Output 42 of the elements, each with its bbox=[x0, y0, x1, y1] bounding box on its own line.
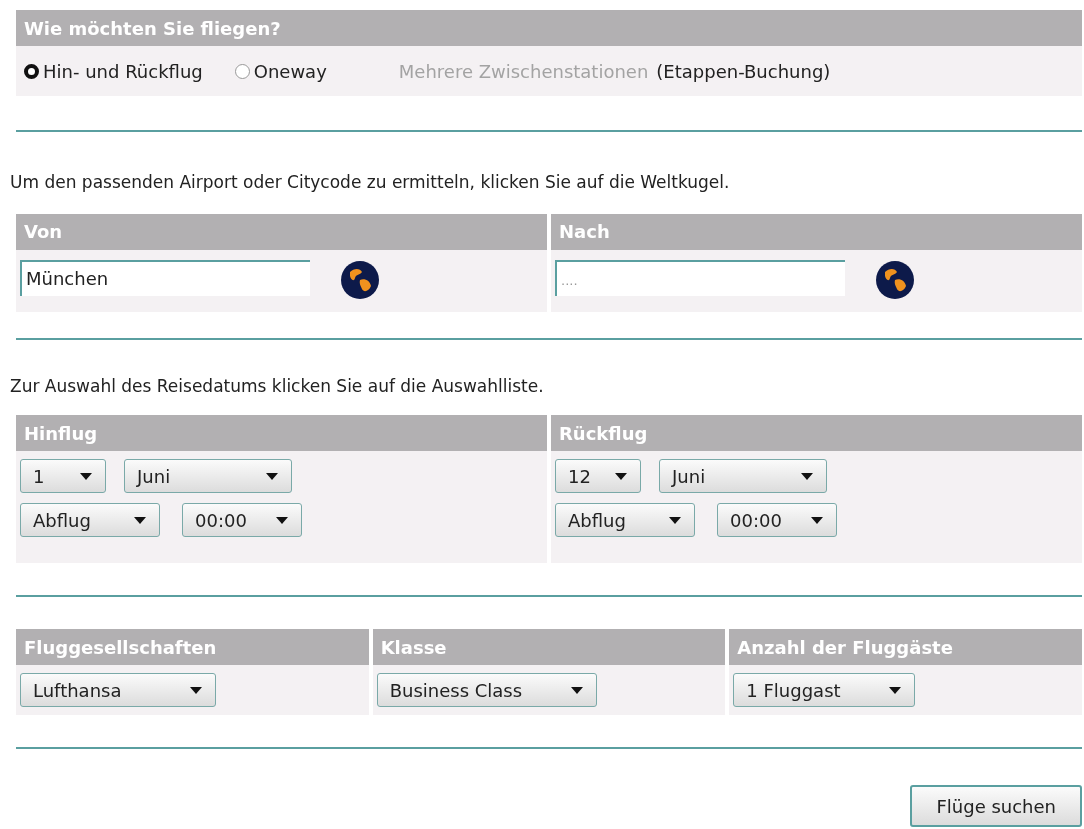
section-header: Anzahl der Fluggäste bbox=[729, 629, 1082, 665]
time-select[interactable]: 00:00 bbox=[182, 503, 302, 537]
departure-select[interactable]: Abflug bbox=[555, 503, 695, 537]
option-select[interactable]: Business Class bbox=[376, 673, 597, 707]
section-header: Klasse bbox=[372, 629, 726, 665]
caret-icon bbox=[79, 471, 93, 481]
caret-icon bbox=[569, 685, 584, 695]
section-header: Wie möchten Sie fliegen? bbox=[16, 10, 1082, 46]
section-header: Rückflug bbox=[551, 415, 1082, 451]
option-select[interactable]: Lufthansa bbox=[20, 673, 216, 707]
departure-select[interactable]: Abflug bbox=[20, 503, 160, 537]
section-header: Nach bbox=[551, 213, 1082, 250]
section-header: Fluggesellschaften bbox=[16, 629, 369, 665]
search-flights-button[interactable]: Flüge suchen bbox=[910, 785, 1082, 827]
option-select[interactable]: 1 Fluggast bbox=[733, 673, 916, 707]
caret-icon bbox=[275, 515, 289, 525]
caret-icon bbox=[810, 515, 824, 525]
radio-label[interactable]: Hin- und Rückflug bbox=[43, 57, 203, 85]
section-header: Hinflug bbox=[16, 415, 547, 451]
month-select[interactable]: Juni bbox=[659, 459, 827, 493]
globe-icon[interactable] bbox=[340, 259, 380, 300]
date-hint: Zur Auswahl des Reisedatums klicken Sie auf die Auswahlliste. bbox=[10, 374, 545, 398]
caret-icon bbox=[614, 471, 628, 481]
location-field[interactable]: München bbox=[20, 259, 310, 296]
radio-button[interactable] bbox=[24, 63, 39, 79]
radio-label[interactable]: Oneway bbox=[253, 57, 327, 85]
caret-icon bbox=[888, 685, 903, 695]
day-select[interactable]: 1 bbox=[20, 459, 106, 493]
day-select[interactable]: 12 bbox=[555, 459, 641, 493]
caret-icon bbox=[800, 471, 814, 481]
section-header: Von bbox=[16, 213, 547, 250]
globe-icon[interactable] bbox=[875, 259, 915, 300]
caret-icon bbox=[668, 515, 682, 525]
time-select[interactable]: 00:00 bbox=[717, 503, 837, 537]
location-field[interactable]: .... bbox=[555, 259, 845, 296]
caret-icon bbox=[133, 515, 147, 525]
airport-hint: Um den passenden Airport oder Citycode zu ermitteln, klicken Sie auf die Weltkugel. bbox=[10, 171, 731, 194]
month-select[interactable]: Juni bbox=[124, 459, 292, 493]
multi-stop-note: (Etappen-Buchung) bbox=[656, 59, 831, 84]
radio-button[interactable] bbox=[234, 63, 250, 79]
caret-icon bbox=[189, 685, 203, 695]
caret-icon bbox=[265, 471, 279, 481]
